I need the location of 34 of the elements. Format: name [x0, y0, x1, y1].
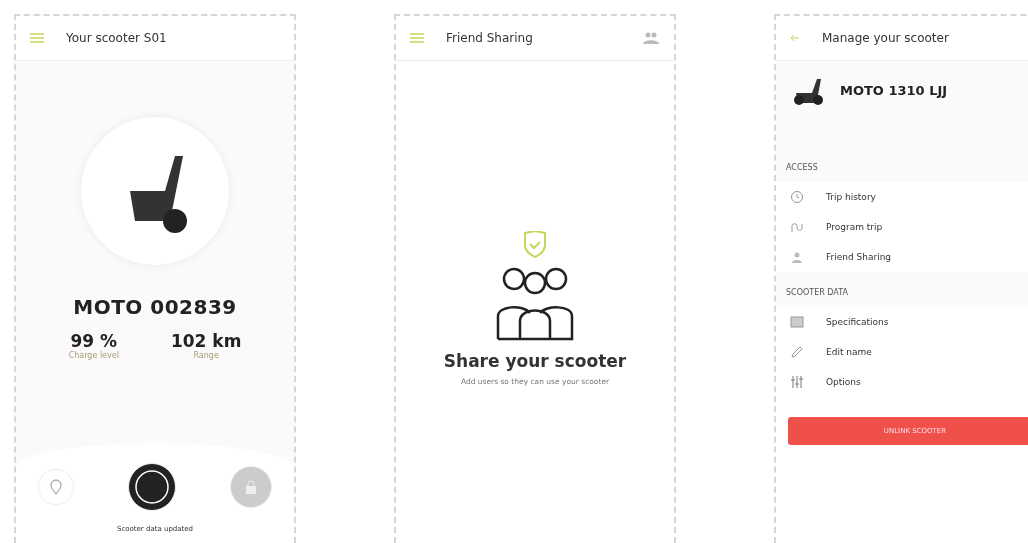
stat-value: 102 km — [170, 331, 242, 351]
lock-button[interactable] — [230, 466, 272, 508]
menu-item-label: Options — [826, 377, 861, 387]
menu-item-label: Edit name — [826, 347, 872, 357]
stat-label: Charge level — [68, 351, 119, 360]
lock-icon — [245, 480, 257, 494]
scooter-name: MOTO 002839 — [73, 295, 237, 319]
menu-item-label: Program trip — [826, 222, 883, 232]
section-header: SCOOTER DATA — [776, 272, 1028, 307]
screen-title: Your scooter S01 — [66, 31, 168, 45]
menu-item-label: Friend Sharing — [826, 252, 892, 262]
sliders-icon — [790, 375, 804, 389]
empty-state-title: Share your scooter — [443, 351, 627, 371]
table-icon — [790, 315, 804, 329]
ring-icon — [134, 469, 170, 505]
stat-label: Range — [193, 351, 219, 360]
route-icon — [790, 220, 804, 234]
power-button[interactable] — [128, 463, 176, 511]
people-icon[interactable] — [642, 32, 660, 44]
menu-icon[interactable] — [30, 33, 44, 43]
menu-item-label: Specifications — [826, 317, 889, 327]
map-pin-icon — [50, 479, 62, 495]
back-arrow-icon[interactable] — [790, 33, 800, 43]
screen-title: Friend Sharing — [446, 31, 534, 45]
section-header: ACCESS — [776, 147, 1028, 182]
clock-icon — [790, 190, 804, 204]
menu-icon[interactable] — [410, 33, 424, 43]
stat-value: 99 % — [70, 331, 118, 351]
people-icon — [790, 250, 804, 264]
menu-item-label: Trip history — [826, 192, 876, 202]
location-button[interactable] — [38, 469, 74, 505]
scooter-name: MOTO 1310 LJJ — [840, 82, 948, 98]
screen-title: Manage your scooter — [822, 31, 950, 45]
pencil-icon — [790, 345, 804, 359]
